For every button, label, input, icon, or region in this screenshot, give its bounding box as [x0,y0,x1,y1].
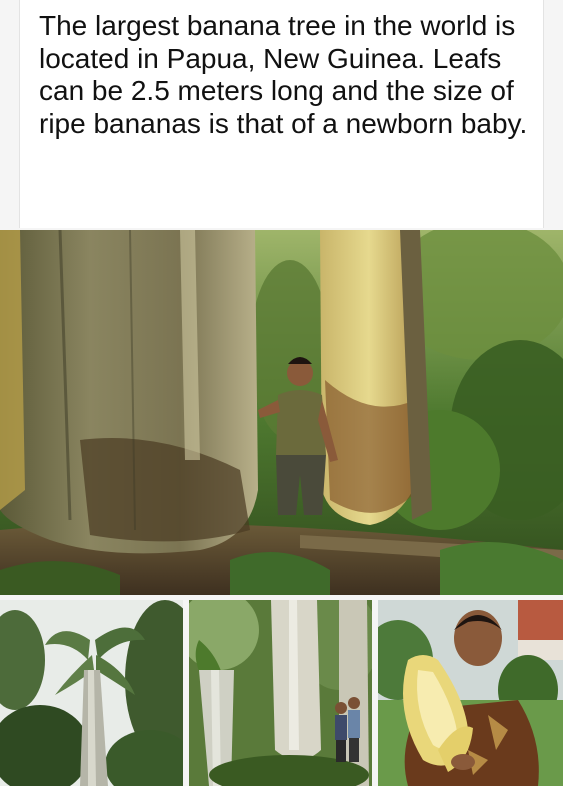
photo-canopy [0,600,183,786]
main-photo [0,230,563,595]
post-caption: The largest banana tree in the world is … [39,10,528,139]
photo-trunks-people [189,600,372,786]
caption-card: The largest banana tree in the world is … [19,0,544,228]
photo-man-banana [378,600,563,786]
